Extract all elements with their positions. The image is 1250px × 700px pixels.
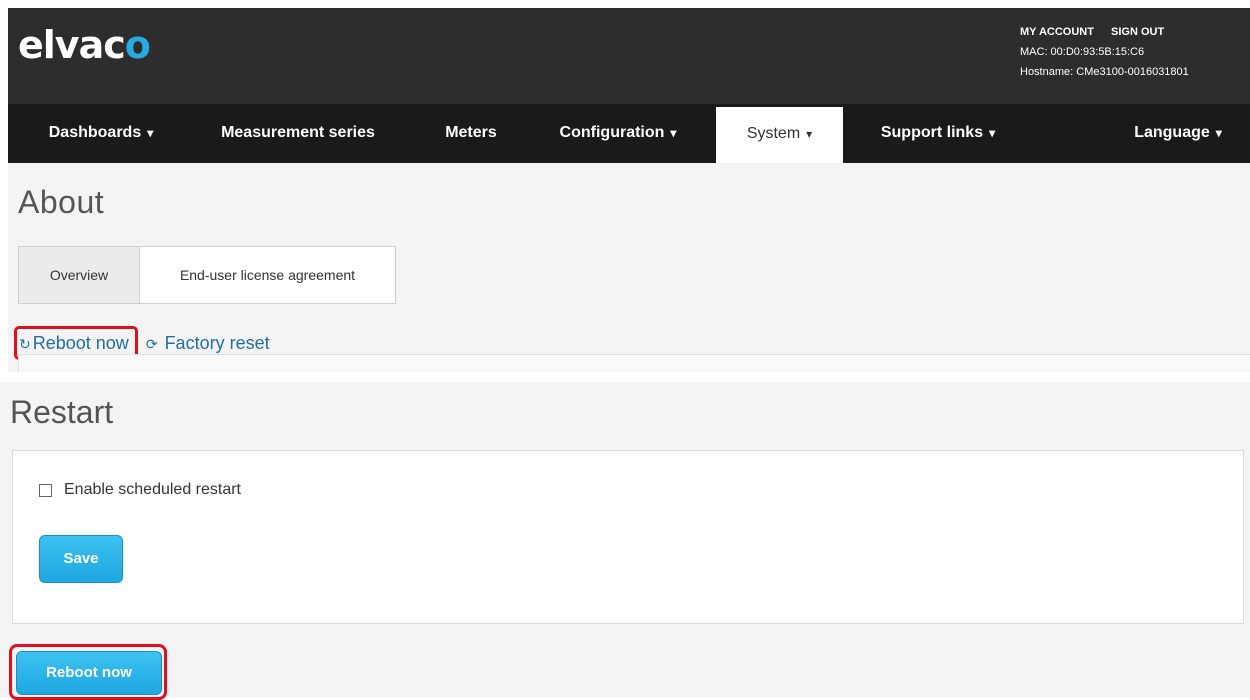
nav-configuration[interactable]: Configuration ▾ — [538, 104, 698, 163]
my-account-link[interactable]: MY ACCOUNT — [1020, 26, 1094, 38]
header-bar: elvaco MY ACCOUNT SIGN OUT MAC: 00:D0:93… — [8, 8, 1250, 104]
restart-title: Restart — [10, 394, 114, 430]
nav-measurement-label: Measurement series — [221, 124, 375, 141]
reboot-highlight: Reboot now — [9, 644, 167, 700]
caret-down-icon: ▾ — [147, 126, 154, 140]
scheduled-restart-row: Enable scheduled restart — [39, 481, 241, 499]
nav-system[interactable]: System ▾ — [716, 107, 843, 163]
about-actions: ↻ Reboot now ⟳ Factory reset — [14, 326, 270, 360]
caret-down-icon: ▾ — [806, 127, 813, 141]
hostname: Hostname: CMe3100-0016031801 — [1020, 66, 1189, 78]
account-info: MY ACCOUNT SIGN OUT MAC: 00:D0:93:5B:15:… — [1020, 22, 1240, 82]
nav-meters[interactable]: Meters — [426, 104, 516, 163]
caret-down-icon: ▾ — [989, 126, 996, 140]
nav-configuration-label: Configuration — [559, 124, 665, 141]
nav-dashboards-label: Dashboards — [48, 124, 142, 141]
caret-down-icon: ▾ — [670, 126, 677, 140]
restart-panel: Enable scheduled restart Save — [12, 450, 1244, 624]
tab-overview[interactable]: Overview — [19, 247, 140, 303]
nav-measurement-series[interactable]: Measurement series — [198, 104, 398, 163]
logo-text: elvac — [18, 23, 126, 67]
logo-accent: o — [124, 23, 151, 67]
page-title: About — [18, 184, 105, 220]
save-button[interactable]: Save — [39, 535, 123, 583]
scheduled-restart-label: Enable scheduled restart — [64, 481, 241, 498]
about-panel — [18, 354, 1250, 372]
restart-section: Restart Enable scheduled restart Save Re… — [0, 382, 1250, 700]
caret-down-icon: ▾ — [1215, 126, 1222, 140]
nav-meters-label: Meters — [445, 124, 497, 141]
factory-reset-label: Factory reset — [164, 333, 270, 353]
top-section: elvaco MY ACCOUNT SIGN OUT MAC: 00:D0:93… — [8, 8, 1250, 372]
nav-support-links[interactable]: Support links ▾ — [858, 104, 1018, 163]
main-nav: Dashboards ▾ Measurement series Meters Co… — [8, 104, 1250, 163]
nav-support-label: Support links — [880, 124, 984, 141]
elvaco-logo[interactable]: elvaco — [18, 23, 151, 67]
nav-dashboards[interactable]: Dashboards ▾ — [26, 104, 176, 163]
mac-address: MAC: 00:D0:93:5B:15:C6 — [1020, 46, 1145, 58]
nav-system-label: System — [746, 125, 801, 142]
reboot-now-button[interactable]: Reboot now — [16, 651, 162, 695]
about-tabs: Overview End-user license agreement — [18, 246, 396, 304]
nav-language-label: Language — [1134, 124, 1210, 141]
nav-language[interactable]: Language ▾ — [1113, 104, 1243, 163]
reboot-now-link-label: Reboot now — [32, 333, 129, 353]
factory-reset-link[interactable]: ⟳ Factory reset — [146, 333, 270, 353]
sync-icon: ⟳ — [145, 336, 158, 352]
scheduled-restart-checkbox[interactable] — [39, 483, 52, 497]
refresh-icon: ↻ — [19, 336, 31, 352]
sign-out-link[interactable]: SIGN OUT — [1111, 26, 1164, 38]
tab-eula[interactable]: End-user license agreement — [140, 247, 395, 303]
